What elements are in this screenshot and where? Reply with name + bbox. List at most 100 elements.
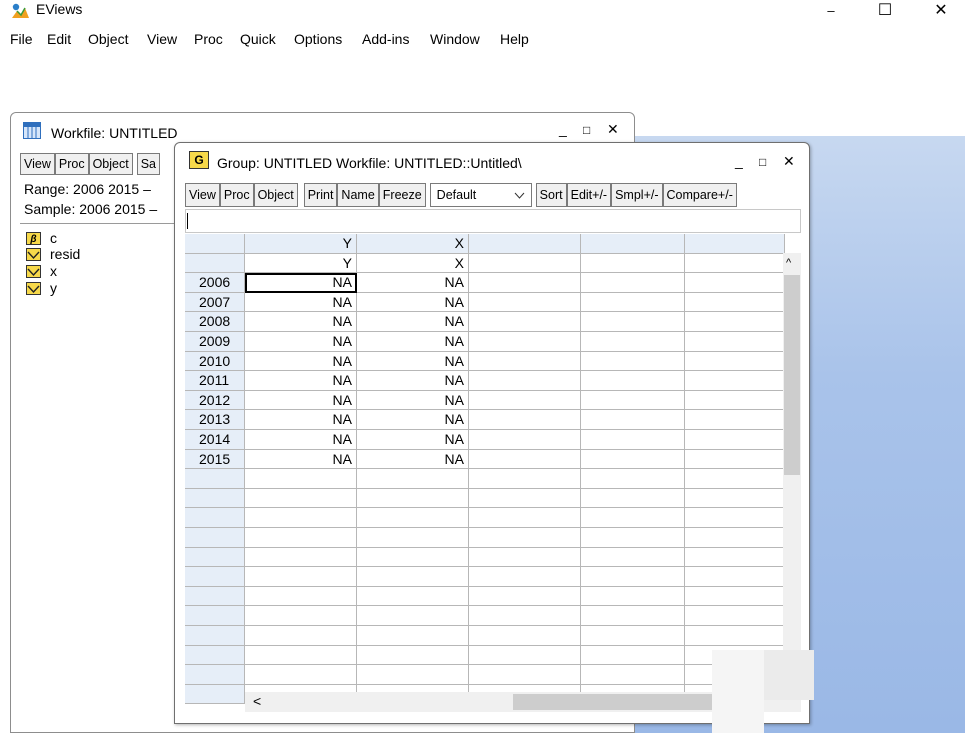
group-close-button[interactable]: ✕ [783, 153, 795, 170]
grid-cell[interactable] [469, 292, 581, 313]
grid-cell[interactable] [469, 312, 581, 332]
group-name-button[interactable]: Name [337, 183, 379, 207]
grid-cell[interactable] [581, 528, 685, 548]
menu-window[interactable]: Window [430, 31, 480, 47]
cell-x[interactable] [357, 508, 469, 528]
grid-cell[interactable] [685, 371, 785, 391]
workfile-sample[interactable]: Sample: 2006 2015 – [24, 201, 157, 217]
object-resid[interactable]: resid [26, 246, 80, 262]
cell-y[interactable]: NA [245, 430, 357, 450]
row-header[interactable] [185, 645, 245, 666]
cell-x[interactable]: NA [357, 430, 469, 450]
cell-x[interactable] [357, 626, 469, 646]
grid-cell[interactable] [581, 371, 685, 391]
menu-proc[interactable]: Proc [194, 31, 223, 47]
grid-cell[interactable] [581, 449, 685, 470]
cell-x[interactable]: NA [357, 371, 469, 391]
grid-cell[interactable] [581, 626, 685, 646]
grid-cell[interactable] [685, 469, 785, 489]
cell-x[interactable]: NA [357, 292, 469, 313]
grid-cell[interactable] [469, 645, 581, 666]
grid-cell[interactable] [469, 586, 581, 607]
grid-cell[interactable] [469, 390, 581, 411]
workfile-object-button[interactable]: Object [88, 153, 133, 175]
menu-add-ins[interactable]: Add-ins [362, 31, 409, 47]
horizontal-scrollbar[interactable]: < [245, 692, 783, 712]
grid-cell[interactable] [581, 253, 685, 274]
cell-y[interactable] [245, 469, 357, 489]
grid-cell[interactable] [469, 528, 581, 548]
grid-cell[interactable] [469, 430, 581, 450]
object-x[interactable]: x [26, 263, 57, 279]
group-freeze-button[interactable]: Freeze [378, 183, 426, 207]
cell-x[interactable]: NA [357, 410, 469, 430]
menu-quick[interactable]: Quick [240, 31, 276, 47]
object-c[interactable]: β c [26, 230, 57, 246]
cell-y[interactable] [245, 626, 357, 646]
corner-cell[interactable] [185, 234, 245, 254]
grid-cell[interactable] [581, 469, 685, 489]
row-header[interactable] [185, 567, 245, 587]
row-header[interactable] [185, 606, 245, 626]
grid-cell[interactable] [581, 332, 685, 352]
horizontal-scroll-thumb[interactable] [513, 694, 713, 710]
workfile-proc-button[interactable]: Proc [54, 153, 89, 175]
grid-cell[interactable] [581, 292, 685, 313]
group-titlebar[interactable]: G Group: UNTITLED Workfile: UNTITLED::Un… [175, 143, 809, 179]
object-y[interactable]: y [26, 280, 57, 296]
grid-cell[interactable] [469, 449, 581, 470]
series-label-y[interactable]: Y [245, 253, 357, 274]
grid-cell[interactable] [469, 488, 581, 509]
cell-edit-field[interactable] [185, 209, 801, 233]
grid-cell[interactable] [469, 567, 581, 587]
grid-cell[interactable] [581, 488, 685, 509]
row-header[interactable] [185, 547, 245, 568]
grid-cell[interactable] [685, 390, 785, 411]
grid-cell[interactable] [685, 351, 785, 372]
workfile-range[interactable]: Range: 2006 2015 – [24, 181, 151, 197]
grid-cell[interactable] [581, 508, 685, 528]
cell-x[interactable]: NA [357, 390, 469, 411]
column-header-empty[interactable] [581, 234, 685, 254]
cell-y[interactable]: NA [245, 371, 357, 391]
workfile-save-button[interactable]: Sa [136, 153, 161, 175]
row-header[interactable]: 2008 [185, 312, 245, 332]
menu-help[interactable]: Help [500, 31, 529, 47]
scroll-left-icon[interactable]: < [253, 693, 261, 709]
grid-cell[interactable] [469, 371, 581, 391]
cell-x[interactable]: NA [357, 449, 469, 470]
row-header[interactable] [185, 684, 245, 705]
grid-cell[interactable] [685, 253, 785, 274]
grid-cell[interactable] [581, 390, 685, 411]
cell-y[interactable] [245, 645, 357, 666]
grid-cell[interactable] [469, 469, 581, 489]
cell-y[interactable]: NA [245, 273, 357, 293]
cell-x[interactable]: NA [357, 351, 469, 372]
cell-y[interactable]: NA [245, 410, 357, 430]
cell-x[interactable] [357, 606, 469, 626]
grid-cell[interactable] [685, 528, 785, 548]
cell-y[interactable] [245, 547, 357, 568]
cell-y[interactable] [245, 606, 357, 626]
row-header[interactable] [185, 488, 245, 509]
row-header[interactable]: 2010 [185, 351, 245, 372]
close-button[interactable]: ✕ [918, 0, 964, 20]
column-header-empty[interactable] [469, 234, 581, 254]
group-window[interactable]: G Group: UNTITLED Workfile: UNTITLED::Un… [174, 142, 810, 724]
grid-cell[interactable] [469, 665, 581, 685]
grid-cell[interactable] [469, 410, 581, 430]
group-print-button[interactable]: Print [303, 183, 338, 207]
menu-view[interactable]: View [147, 31, 177, 47]
column-header-y[interactable]: Y [245, 234, 357, 254]
group-minimize-button[interactable]: _ [735, 153, 743, 169]
grid-cell[interactable] [469, 253, 581, 274]
cell-y[interactable] [245, 488, 357, 509]
column-header-empty[interactable] [685, 234, 785, 254]
grid-cell[interactable] [685, 332, 785, 352]
grid-cell[interactable] [685, 547, 785, 568]
cell-y[interactable]: NA [245, 449, 357, 470]
maximize-button[interactable]: ☐ [862, 0, 908, 20]
cell-x[interactable]: NA [357, 312, 469, 332]
grid-cell[interactable] [469, 606, 581, 626]
cell-y[interactable] [245, 586, 357, 607]
